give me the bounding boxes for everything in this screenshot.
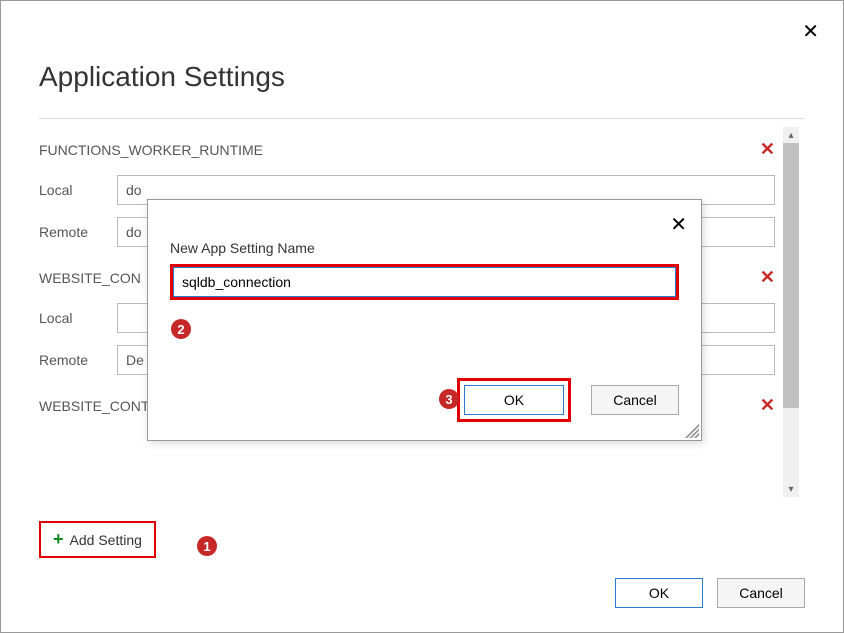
dialog-close-icon[interactable]: ✕ — [670, 212, 687, 237]
delete-setting-icon[interactable]: ✕ — [760, 267, 775, 288]
dialog-ok-button[interactable]: OK — [464, 385, 564, 415]
setting-name: FUNCTIONS_WORKER_RUNTIME — [39, 142, 263, 158]
field-label-local: Local — [39, 310, 117, 326]
callout-badge-1: 1 — [197, 536, 217, 556]
plus-icon: + — [53, 529, 64, 550]
delete-setting-icon[interactable]: ✕ — [760, 395, 775, 416]
dialog-footer: OK Cancel — [457, 378, 679, 422]
dialog-cancel-button[interactable]: Cancel — [591, 385, 679, 415]
dialog-field-label: New App Setting Name — [170, 240, 679, 256]
setting-name: WEBSITE_CON — [39, 270, 141, 286]
new-setting-dialog: ✕ New App Setting Name OK Cancel — [147, 199, 702, 441]
add-setting-label: Add Setting — [70, 532, 142, 548]
scrollbar[interactable]: ▴ ▾ — [783, 127, 799, 497]
field-label-remote: Remote — [39, 224, 117, 240]
page-title: Application Settings — [39, 61, 805, 93]
scrollbar-thumb[interactable] — [783, 143, 799, 408]
new-setting-name-input[interactable] — [173, 267, 676, 297]
resize-grip-icon[interactable] — [685, 424, 699, 438]
field-label-remote: Remote — [39, 352, 117, 368]
field-label-local: Local — [39, 182, 117, 198]
scrollbar-up-icon[interactable]: ▴ — [783, 127, 799, 143]
dialog-footer: OK Cancel — [615, 578, 805, 608]
ok-button[interactable]: OK — [615, 578, 703, 608]
delete-setting-icon[interactable]: ✕ — [760, 139, 775, 160]
scrollbar-down-icon[interactable]: ▾ — [783, 481, 799, 497]
callout-badge-3: 3 — [439, 389, 459, 409]
cancel-button[interactable]: Cancel — [717, 578, 805, 608]
dialog-ok-highlight: OK — [457, 378, 571, 422]
setting-header: FUNCTIONS_WORKER_RUNTIME ✕ — [39, 139, 775, 160]
dialog-input-highlight — [170, 264, 679, 300]
callout-badge-2: 2 — [171, 319, 191, 339]
add-setting-button[interactable]: + Add Setting — [39, 521, 156, 558]
